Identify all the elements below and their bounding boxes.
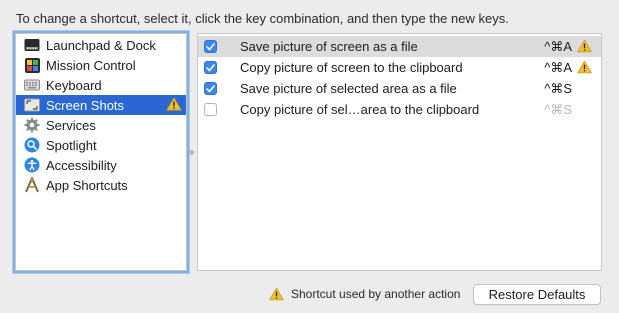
sidebar-item-services[interactable]: Services — [16, 115, 186, 135]
shortcut-row-copy-screen[interactable]: Copy picture of screen to the clipboard … — [198, 57, 601, 78]
sidebar-item-label: Screen Shots — [46, 97, 125, 113]
accessibility-icon — [24, 157, 40, 173]
restore-defaults-button[interactable]: Restore Defaults — [473, 284, 601, 305]
warning-icon — [577, 60, 592, 77]
sidebar-item-label: Spotlight — [46, 137, 97, 153]
sidebar-item-accessibility[interactable]: Accessibility — [16, 155, 186, 175]
shortcut-key[interactable]: ^⌘A — [544, 39, 572, 55]
sidebar-item-label: Keyboard — [46, 77, 102, 93]
shortcut-row-save-area[interactable]: Save picture of selected area as a file … — [198, 78, 601, 99]
checkbox-checked[interactable] — [204, 40, 217, 53]
spotlight-icon — [24, 137, 40, 153]
mission-control-icon — [24, 57, 40, 73]
sidebar-item-screen-shots[interactable]: Screen Shots — [16, 95, 186, 115]
warning-icon — [577, 39, 592, 56]
shortcut-list[interactable]: Save picture of screen as a file ^⌘A Cop… — [197, 33, 602, 271]
screenshot-icon — [24, 97, 40, 113]
sidebar-item-label: Services — [46, 117, 96, 133]
checkbox-checked[interactable] — [204, 61, 217, 74]
warning-icon — [166, 97, 182, 114]
checkbox-unchecked[interactable] — [204, 103, 217, 116]
sidebar-item-label: Launchpad & Dock — [46, 37, 156, 53]
gear-icon — [24, 117, 40, 133]
sidebar-item-label: App Shortcuts — [46, 177, 128, 193]
shortcut-row-save-screen[interactable]: Save picture of screen as a file ^⌘A — [198, 36, 601, 57]
launchpad-icon — [24, 37, 40, 53]
sidebar-item-label: Mission Control — [46, 57, 136, 73]
category-sidebar[interactable]: Launchpad & Dock Mission Control Keyboar… — [15, 33, 187, 271]
keyboard-icon — [24, 77, 40, 93]
sidebar-item-mission-control[interactable]: Mission Control — [16, 55, 186, 75]
shortcut-label: Copy picture of sel…area to the clipboar… — [240, 102, 480, 117]
conflict-warning-text: Shortcut used by another action — [291, 287, 461, 301]
sidebar-item-keyboard[interactable]: Keyboard — [16, 75, 186, 95]
shortcut-label: Save picture of screen as a file — [240, 39, 418, 54]
checkbox-checked[interactable] — [204, 82, 217, 95]
warning-icon — [269, 287, 284, 306]
sidebar-item-spotlight[interactable]: Spotlight — [16, 135, 186, 155]
shortcut-key[interactable]: ^⌘S — [544, 81, 572, 97]
shortcut-label: Save picture of selected area as a file — [240, 81, 457, 96]
sidebar-item-label: Accessibility — [46, 157, 117, 173]
sidebar-item-app-shortcuts[interactable]: App Shortcuts — [16, 175, 186, 195]
instruction-text: To change a shortcut, select it, click t… — [16, 11, 509, 26]
split-view-handle[interactable] — [189, 150, 194, 155]
sidebar-item-launchpad-dock[interactable]: Launchpad & Dock — [16, 35, 186, 55]
shortcut-row-copy-area[interactable]: Copy picture of sel…area to the clipboar… — [198, 99, 601, 120]
app-shortcuts-icon — [24, 177, 40, 193]
shortcut-key[interactable]: ^⌘S — [544, 102, 572, 118]
shortcut-key[interactable]: ^⌘A — [544, 60, 572, 76]
shortcut-label: Copy picture of screen to the clipboard — [240, 60, 463, 75]
